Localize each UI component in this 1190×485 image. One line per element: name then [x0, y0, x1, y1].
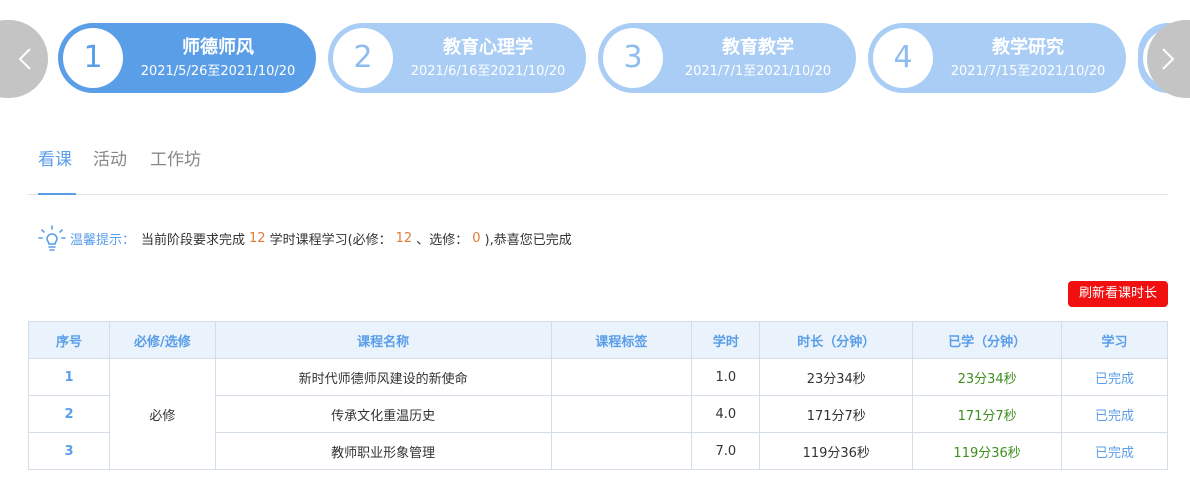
course-table: 序号 必修/选修 课程名称 课程标签 学时 时长（分钟） 已学（分钟） 学习 1… — [28, 321, 1168, 470]
stage-title: 教学研究 — [992, 37, 1064, 58]
tip-total-hours: 12 — [249, 230, 266, 246]
row-course-tag — [550, 358, 693, 396]
row-learned: 23分34秒 — [912, 358, 1063, 396]
row-course-tag — [550, 432, 693, 470]
stage-date: 2021/5/26至2021/10/20 — [140, 64, 296, 79]
tab-watch-course[interactable]: 看课 — [38, 140, 76, 195]
row-learned: 171分7秒 — [912, 395, 1063, 433]
tab-workshop[interactable]: 工作坊 — [150, 140, 201, 195]
row-course-tag — [550, 395, 693, 433]
header-duration: 时长（分钟） — [759, 321, 914, 359]
row-hours: 1.0 — [691, 358, 761, 396]
tip-banner: 温馨提示： 当前阶段要求完成 12 学时课程学习(必修： 12 、选修： 0 )… — [38, 225, 572, 251]
table-row: 1 必修 新时代师德师风建设的新使命 1.0 23分34秒 23分34秒 已完成 — [28, 358, 1168, 470]
lightbulb-icon — [38, 225, 66, 251]
header-study: 学习 — [1061, 321, 1168, 359]
row-seq: 2 — [28, 395, 110, 433]
row-course-name: 教师职业形象管理 — [214, 432, 552, 470]
row-status-link[interactable]: 已完成 — [1061, 432, 1168, 470]
tip-prefix: 当前阶段要求完成 — [141, 232, 246, 248]
stage-number: 1 — [63, 28, 123, 88]
row-course-name: 传承文化重温历史 — [214, 395, 552, 433]
row-seq: 1 — [28, 358, 110, 396]
row-duration: 23分34秒 — [759, 358, 914, 396]
stage-card-3[interactable]: 3 教育教学 2021/7/1至2021/10/20 — [598, 23, 856, 93]
stage-card-4[interactable]: 4 教学研究 2021/7/15至2021/10/20 — [868, 23, 1126, 93]
header-course-tag: 课程标签 — [550, 321, 693, 359]
row-duration: 171分7秒 — [759, 395, 914, 433]
tab-activity[interactable]: 活动 — [93, 140, 127, 195]
stage-card-1[interactable]: 1 师德师风 2021/5/26至2021/10/20 — [58, 23, 316, 93]
header-hours: 学时 — [691, 321, 761, 359]
tip-suffix: ),恭喜您已完成 — [484, 232, 572, 248]
header-course-name: 课程名称 — [214, 321, 552, 359]
tip-required-hours: 12 — [395, 230, 413, 246]
stage-title: 教育教学 — [722, 37, 794, 58]
header-type: 必修/选修 — [108, 321, 216, 359]
tip-elective-hours: 0 — [472, 230, 481, 246]
row-course-name: 新时代师德师风建设的新使命 — [214, 358, 552, 396]
table-header-row: 序号 必修/选修 课程名称 课程标签 学时 时长（分钟） 已学（分钟） 学习 — [28, 321, 1168, 359]
content-tabs: 看课 活动 工作坊 — [28, 140, 1168, 195]
tip-mid: 学时课程学习(必修： — [269, 232, 392, 248]
chevron-right-icon — [1162, 48, 1175, 70]
row-duration: 119分36秒 — [759, 432, 914, 470]
stage-title: 师德师风 — [182, 37, 254, 58]
header-learned: 已学（分钟） — [912, 321, 1063, 359]
stage-date: 2021/6/16至2021/10/20 — [410, 64, 566, 79]
stage-title: 教育心理学 — [443, 37, 533, 58]
row-status-link[interactable]: 已完成 — [1061, 395, 1168, 433]
stage-number: 2 — [333, 28, 393, 88]
header-seq: 序号 — [28, 321, 110, 359]
tip-mid2: 、选修： — [416, 232, 469, 248]
tip-label: 温馨提示： — [70, 232, 136, 248]
row-hours: 7.0 — [691, 432, 761, 470]
stage-number: 3 — [603, 28, 663, 88]
row-hours: 4.0 — [691, 395, 761, 433]
stage-card-2[interactable]: 2 教育心理学 2021/6/16至2021/10/20 — [328, 23, 586, 93]
row-type: 必修 — [108, 358, 216, 470]
row-seq: 3 — [28, 432, 110, 470]
row-learned: 119分36秒 — [912, 432, 1063, 470]
stage-date: 2021/7/15至2021/10/20 — [950, 64, 1106, 79]
stage-date: 2021/7/1至2021/10/20 — [684, 64, 832, 79]
stage-number: 4 — [873, 28, 933, 88]
row-status-link[interactable]: 已完成 — [1061, 358, 1168, 396]
chevron-left-icon — [18, 48, 31, 70]
refresh-watch-time-button[interactable]: 刷新看课时长 — [1068, 281, 1168, 307]
carousel-prev-button[interactable] — [0, 20, 48, 98]
